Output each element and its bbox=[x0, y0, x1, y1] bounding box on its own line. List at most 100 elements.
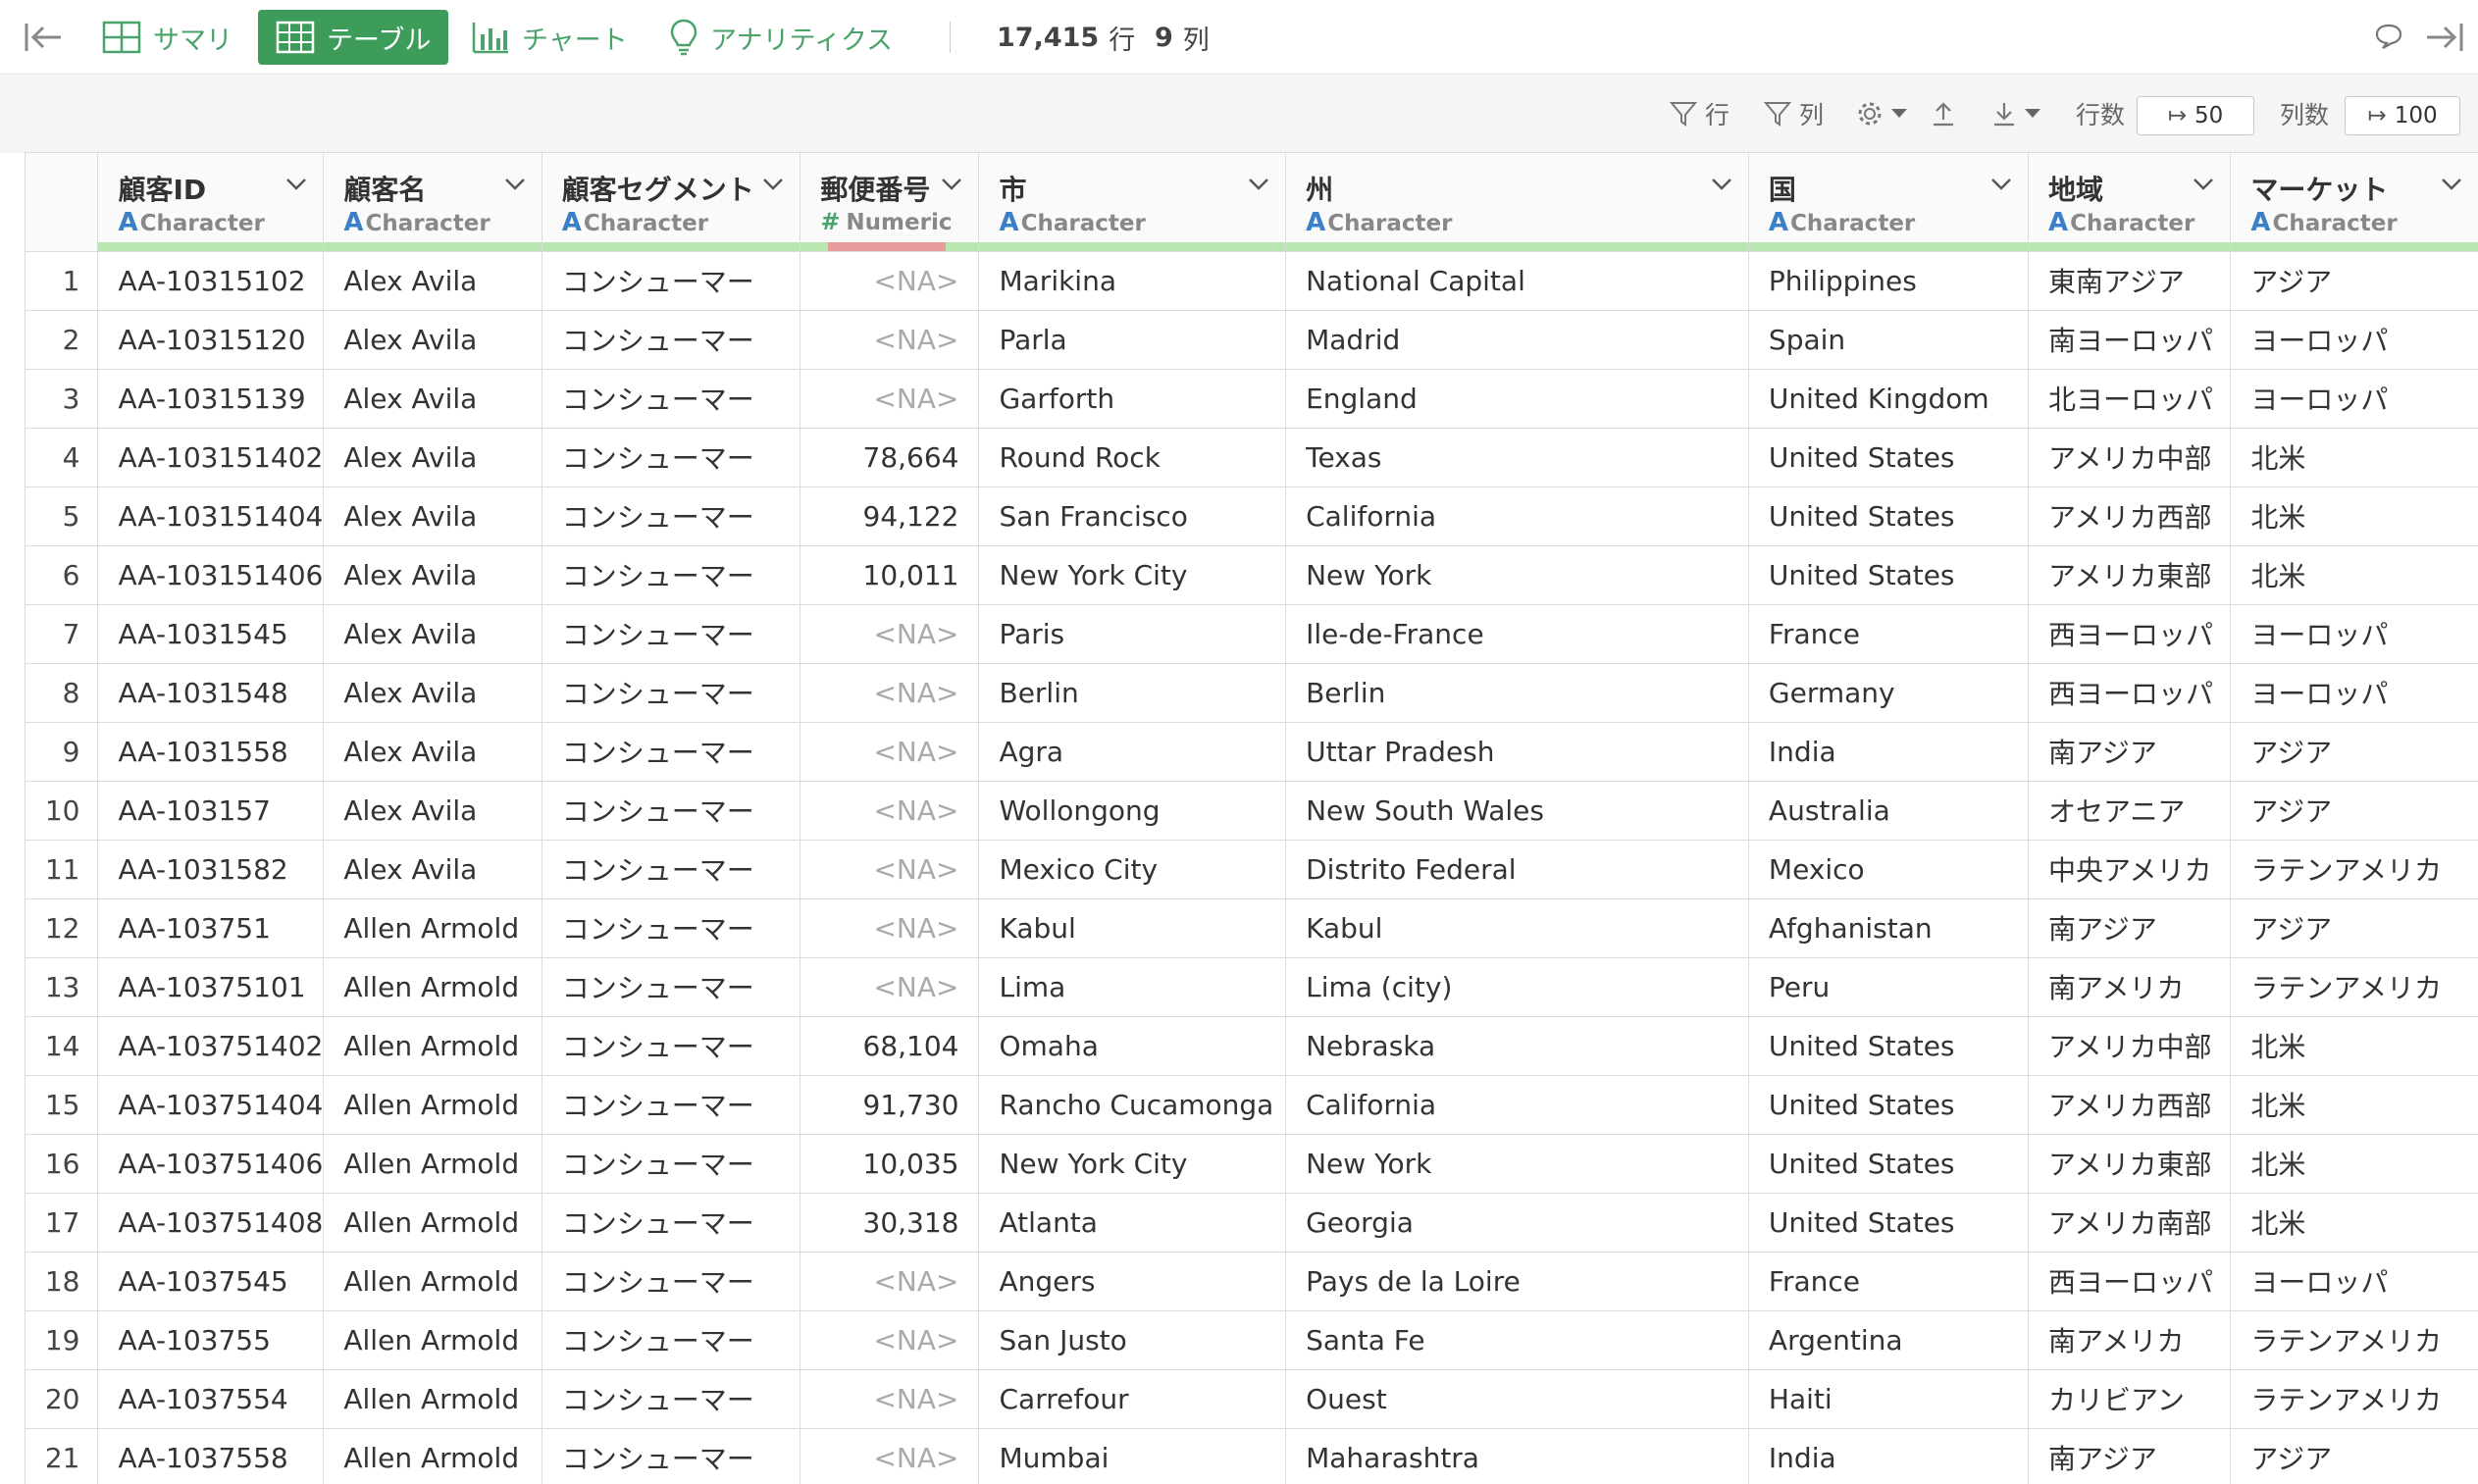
segment-cell[interactable]: コンシューマー bbox=[542, 251, 801, 311]
customer-name-cell[interactable]: Alex Avila bbox=[323, 310, 542, 370]
zip-cell[interactable]: 10,035 bbox=[800, 1134, 980, 1194]
market-cell[interactable]: アジア bbox=[2230, 251, 2478, 311]
country-cell[interactable]: Germany bbox=[1748, 663, 2029, 723]
state-cell[interactable]: Uttar Pradesh bbox=[1285, 722, 1749, 782]
zip-cell[interactable]: <NA> bbox=[800, 898, 980, 958]
zip-cell[interactable]: 10,011 bbox=[800, 545, 980, 605]
city-cell[interactable]: Parla bbox=[978, 310, 1287, 370]
customer-name-cell[interactable]: Alex Avila bbox=[323, 840, 542, 899]
customer-name-cell[interactable]: Alex Avila bbox=[323, 545, 542, 605]
col-filter-button[interactable]: 列 bbox=[1764, 94, 1824, 133]
zip-cell[interactable]: <NA> bbox=[800, 369, 980, 429]
zip-cell[interactable]: <NA> bbox=[800, 1252, 980, 1311]
customer-name-cell[interactable]: Allen Armold bbox=[323, 957, 542, 1017]
comment-icon[interactable] bbox=[2372, 20, 2405, 53]
chevron-down-icon[interactable] bbox=[504, 177, 526, 195]
customer-id-cell[interactable]: AA-10315102 bbox=[97, 251, 325, 311]
country-cell[interactable]: United States bbox=[1748, 1193, 2029, 1253]
region-cell[interactable]: 南アジア bbox=[2028, 722, 2232, 782]
region-cell[interactable]: 西ヨーロッパ bbox=[2028, 604, 2232, 664]
country-cell[interactable]: Peru bbox=[1748, 957, 2029, 1017]
state-cell[interactable]: New York bbox=[1285, 545, 1749, 605]
column-header[interactable]: マーケット ACharacter bbox=[2230, 153, 2478, 252]
cols-limit-input[interactable]: ↦ 100 bbox=[2345, 96, 2460, 135]
settings-dropdown[interactable] bbox=[1856, 94, 1915, 133]
city-cell[interactable]: Round Rock bbox=[978, 428, 1287, 487]
region-cell[interactable]: 東南アジア bbox=[2028, 251, 2232, 311]
segment-cell[interactable]: コンシューマー bbox=[542, 840, 801, 899]
country-cell[interactable]: United States bbox=[1748, 1016, 2029, 1076]
customer-name-cell[interactable]: Alex Avila bbox=[323, 428, 542, 487]
customer-id-cell[interactable]: AA-1031545 bbox=[97, 604, 325, 664]
segment-cell[interactable]: コンシューマー bbox=[542, 781, 801, 841]
segment-cell[interactable]: コンシューマー bbox=[542, 1252, 801, 1311]
city-cell[interactable]: Wollongong bbox=[978, 781, 1287, 841]
chevron-down-icon[interactable] bbox=[762, 177, 784, 195]
customer-name-cell[interactable]: Alex Avila bbox=[323, 663, 542, 723]
market-cell[interactable]: 北米 bbox=[2230, 545, 2478, 605]
state-cell[interactable]: New York bbox=[1285, 1134, 1749, 1194]
segment-cell[interactable]: コンシューマー bbox=[542, 1310, 801, 1370]
column-header[interactable]: 郵便番号 # Numeric bbox=[800, 153, 980, 252]
market-cell[interactable]: ヨーロッパ bbox=[2230, 663, 2478, 723]
region-cell[interactable]: アメリカ東部 bbox=[2028, 1134, 2232, 1194]
segment-cell[interactable]: コンシューマー bbox=[542, 898, 801, 958]
collapse-left-icon[interactable] bbox=[22, 18, 65, 57]
region-cell[interactable]: アメリカ東部 bbox=[2028, 545, 2232, 605]
state-cell[interactable]: California bbox=[1285, 486, 1749, 546]
column-header[interactable]: 地域 ACharacter bbox=[2028, 153, 2232, 252]
country-cell[interactable]: Argentina bbox=[1748, 1310, 2029, 1370]
state-cell[interactable]: Ile-de-France bbox=[1285, 604, 1749, 664]
state-cell[interactable]: Kabul bbox=[1285, 898, 1749, 958]
customer-id-cell[interactable]: AA-1031558 bbox=[97, 722, 325, 782]
region-cell[interactable]: 西ヨーロッパ bbox=[2028, 663, 2232, 723]
customer-id-cell[interactable]: AA-103755 bbox=[97, 1310, 325, 1370]
market-cell[interactable]: アジア bbox=[2230, 898, 2478, 958]
table-row[interactable]: 3 AA-10315139 Alex Avila コンシューマー <NA> Garfort… bbox=[26, 369, 2478, 429]
table-row[interactable]: 15 AA-103751404 Allen Armold コンシューマー 91,730 R… bbox=[26, 1075, 2478, 1135]
region-cell[interactable]: アメリカ西部 bbox=[2028, 1075, 2232, 1135]
table-row[interactable]: 19 AA-103755 Allen Armold コンシューマー <NA> San Ju… bbox=[26, 1310, 2478, 1370]
customer-id-cell[interactable]: AA-103751 bbox=[97, 898, 325, 958]
zip-cell[interactable]: <NA> bbox=[800, 840, 980, 899]
table-row[interactable]: 7 AA-1031545 Alex Avila コンシューマー <NA> Paris Ile… bbox=[26, 604, 2478, 664]
customer-id-cell[interactable]: AA-103751404 bbox=[97, 1075, 325, 1135]
city-cell[interactable]: Rancho Cucamonga bbox=[978, 1075, 1287, 1135]
customer-id-cell[interactable]: AA-10315120 bbox=[97, 310, 325, 370]
segment-cell[interactable]: コンシューマー bbox=[542, 1428, 801, 1484]
region-cell[interactable]: アメリカ中部 bbox=[2028, 1016, 2232, 1076]
city-cell[interactable]: Paris bbox=[978, 604, 1287, 664]
region-cell[interactable]: アメリカ南部 bbox=[2028, 1193, 2232, 1253]
region-cell[interactable]: 中央アメリカ bbox=[2028, 840, 2232, 899]
zip-cell[interactable]: <NA> bbox=[800, 310, 980, 370]
city-cell[interactable]: Omaha bbox=[978, 1016, 1287, 1076]
region-cell[interactable]: カリビアン bbox=[2028, 1369, 2232, 1429]
segment-cell[interactable]: コンシューマー bbox=[542, 545, 801, 605]
city-cell[interactable]: Lima bbox=[978, 957, 1287, 1017]
customer-name-cell[interactable]: Alex Avila bbox=[323, 251, 542, 311]
country-cell[interactable]: India bbox=[1748, 722, 2029, 782]
segment-cell[interactable]: コンシューマー bbox=[542, 663, 801, 723]
customer-id-cell[interactable]: AA-1037554 bbox=[97, 1369, 325, 1429]
region-cell[interactable]: オセアニア bbox=[2028, 781, 2232, 841]
state-cell[interactable]: New South Wales bbox=[1285, 781, 1749, 841]
table-row[interactable]: 11 AA-1031582 Alex Avila コンシューマー <NA> Mexico … bbox=[26, 840, 2478, 899]
zip-cell[interactable]: 30,318 bbox=[800, 1193, 980, 1253]
customer-name-cell[interactable]: Allen Armold bbox=[323, 1193, 542, 1253]
region-cell[interactable]: アメリカ西部 bbox=[2028, 486, 2232, 546]
customer-id-cell[interactable]: AA-1031582 bbox=[97, 840, 325, 899]
state-cell[interactable]: Santa Fe bbox=[1285, 1310, 1749, 1370]
segment-cell[interactable]: コンシューマー bbox=[542, 428, 801, 487]
state-cell[interactable]: Georgia bbox=[1285, 1193, 1749, 1253]
table-row[interactable]: 18 AA-1037545 Allen Armold コンシューマー <NA> Anger… bbox=[26, 1252, 2478, 1311]
customer-id-cell[interactable]: AA-1037545 bbox=[97, 1252, 325, 1311]
customer-id-cell[interactable]: AA-103151402 bbox=[97, 428, 325, 487]
download-dropdown[interactable] bbox=[1991, 94, 2048, 133]
customer-name-cell[interactable]: Allen Armold bbox=[323, 1428, 542, 1484]
country-cell[interactable]: United States bbox=[1748, 1134, 2029, 1194]
region-cell[interactable]: 南アジア bbox=[2028, 898, 2232, 958]
customer-id-cell[interactable]: AA-103151404 bbox=[97, 486, 325, 546]
column-header[interactable]: 顧客名 ACharacter bbox=[323, 153, 542, 252]
customer-name-cell[interactable]: Allen Armold bbox=[323, 1016, 542, 1076]
market-cell[interactable]: ヨーロッパ bbox=[2230, 369, 2478, 429]
